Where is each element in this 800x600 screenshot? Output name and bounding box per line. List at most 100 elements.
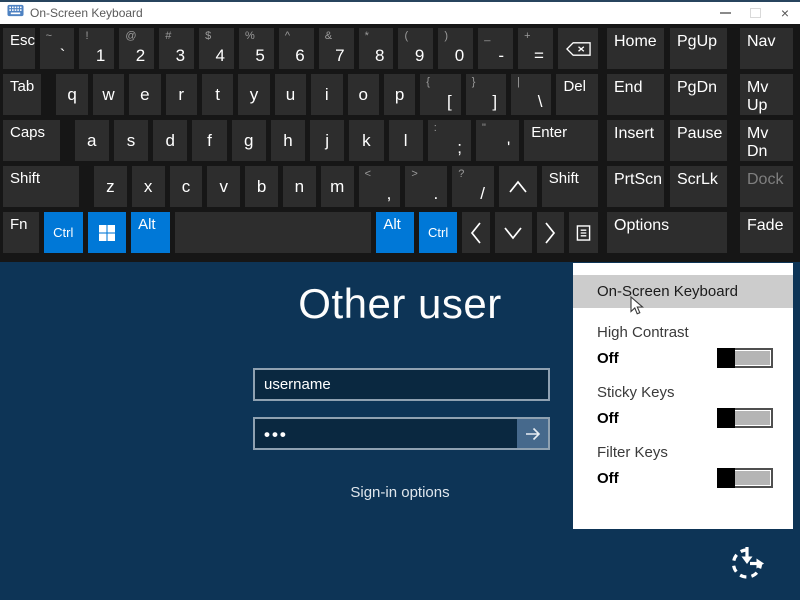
- flyout-item-on-screen-keyboard[interactable]: On-Screen Keyboard: [573, 275, 793, 308]
- minimize-button[interactable]: [710, 2, 740, 24]
- space-key[interactable]: [175, 212, 371, 253]
- key-o[interactable]: o: [348, 74, 379, 115]
- context-menu-key[interactable]: [569, 212, 598, 253]
- key-u[interactable]: u: [275, 74, 306, 115]
- key-w[interactable]: w: [93, 74, 124, 115]
- key-j[interactable]: j: [310, 120, 344, 161]
- key-h[interactable]: h: [271, 120, 305, 161]
- key-t[interactable]: t: [202, 74, 233, 115]
- key-e[interactable]: e: [129, 74, 160, 115]
- key-dock[interactable]: Dock: [740, 166, 793, 207]
- key-z[interactable]: z: [94, 166, 127, 207]
- username-input[interactable]: [255, 376, 548, 393]
- key-\[interactable]: |\: [511, 74, 551, 115]
- key-y[interactable]: y: [238, 74, 269, 115]
- key-label: [: [447, 92, 452, 112]
- key-3[interactable]: #3: [159, 28, 194, 69]
- key-p[interactable]: p: [384, 74, 415, 115]
- key-pause[interactable]: Pause: [670, 120, 727, 161]
- key-][interactable]: }]: [466, 74, 506, 115]
- shift-symbol: ~: [46, 30, 52, 42]
- toggle-switch[interactable]: [717, 408, 773, 428]
- chevron-right-key[interactable]: [537, 212, 564, 253]
- arrow-right-icon: [524, 426, 542, 442]
- toggle-switch[interactable]: [717, 348, 773, 368]
- key-fn[interactable]: Fn: [3, 212, 39, 253]
- key-ctrl[interactable]: Ctrl: [44, 212, 83, 253]
- key-n[interactable]: n: [283, 166, 316, 207]
- key-9[interactable]: (9: [398, 28, 433, 69]
- key-g[interactable]: g: [232, 120, 266, 161]
- ease-of-access-button[interactable]: [724, 540, 770, 586]
- key-7[interactable]: &7: [319, 28, 354, 69]
- key-alt[interactable]: Alt: [376, 212, 414, 253]
- key-end[interactable]: End: [607, 74, 664, 115]
- key-2[interactable]: @2: [119, 28, 154, 69]
- key-del[interactable]: Del: [556, 74, 598, 115]
- key-pgdn[interactable]: PgDn: [670, 74, 727, 115]
- key-shift[interactable]: Shift: [3, 166, 79, 207]
- key-x[interactable]: x: [132, 166, 165, 207]
- key--[interactable]: _-: [478, 28, 513, 69]
- key-mv-up[interactable]: Mv Up: [740, 74, 793, 115]
- key-scrlk[interactable]: ScrLk: [670, 166, 727, 207]
- key-prtscn[interactable]: PrtScn: [607, 166, 664, 207]
- key-insert[interactable]: Insert: [607, 120, 664, 161]
- key-home[interactable]: Home: [607, 28, 664, 69]
- key-label: \: [538, 92, 543, 112]
- key-6[interactable]: ^6: [279, 28, 314, 69]
- key-enter[interactable]: Enter: [524, 120, 598, 161]
- key-options[interactable]: Options: [607, 212, 727, 253]
- key-mv-dn[interactable]: Mv Dn: [740, 120, 793, 161]
- key-i[interactable]: i: [311, 74, 342, 115]
- key-fade[interactable]: Fade: [740, 212, 793, 253]
- key-d[interactable]: d: [153, 120, 187, 161]
- key-k[interactable]: k: [349, 120, 383, 161]
- key-b[interactable]: b: [245, 166, 278, 207]
- key-/[interactable]: ?/: [452, 166, 494, 207]
- key-tab[interactable]: Tab: [3, 74, 41, 115]
- key-1[interactable]: !1: [79, 28, 114, 69]
- key-nav[interactable]: Nav: [740, 28, 793, 69]
- windows-key[interactable]: [88, 212, 127, 253]
- key-8[interactable]: *8: [359, 28, 394, 69]
- key-r[interactable]: r: [166, 74, 197, 115]
- key-0[interactable]: )0: [438, 28, 473, 69]
- close-button[interactable]: ×: [770, 2, 800, 24]
- key-esc[interactable]: Esc: [3, 28, 35, 69]
- key-label: -: [498, 46, 504, 66]
- submit-button[interactable]: [517, 419, 548, 448]
- backspace-key[interactable]: [558, 28, 598, 69]
- key-=[interactable]: +=: [518, 28, 553, 69]
- key-.[interactable]: >.: [405, 166, 447, 207]
- key-ctrl[interactable]: Ctrl: [419, 212, 458, 253]
- key-label: ]: [492, 92, 497, 112]
- key-'[interactable]: "': [476, 120, 519, 161]
- key-q[interactable]: q: [56, 74, 87, 115]
- key-`[interactable]: ~`: [40, 28, 75, 69]
- key-a[interactable]: a: [75, 120, 109, 161]
- key-[[interactable]: {[: [420, 74, 460, 115]
- password-input[interactable]: [255, 423, 517, 445]
- key-m[interactable]: m: [321, 166, 354, 207]
- key-4[interactable]: $4: [199, 28, 234, 69]
- key-;[interactable]: :;: [428, 120, 471, 161]
- key-v[interactable]: v: [207, 166, 240, 207]
- key-5[interactable]: %5: [239, 28, 274, 69]
- chevron-up-key[interactable]: [499, 166, 537, 207]
- key-s[interactable]: s: [114, 120, 148, 161]
- key-l[interactable]: l: [389, 120, 423, 161]
- key-,[interactable]: <,: [359, 166, 401, 207]
- chevron-down-key[interactable]: [495, 212, 532, 253]
- chevron-left-key[interactable]: [462, 212, 489, 253]
- key-shift[interactable]: Shift: [542, 166, 598, 207]
- toggle-switch[interactable]: [717, 468, 773, 488]
- key-f[interactable]: f: [192, 120, 226, 161]
- shift-symbol: <: [365, 168, 371, 180]
- key-caps[interactable]: Caps: [3, 120, 60, 161]
- shift-symbol: (: [404, 30, 408, 42]
- key-c[interactable]: c: [170, 166, 203, 207]
- key-pgup[interactable]: PgUp: [670, 28, 727, 69]
- key-alt[interactable]: Alt: [131, 212, 170, 253]
- maximize-button[interactable]: [740, 2, 770, 24]
